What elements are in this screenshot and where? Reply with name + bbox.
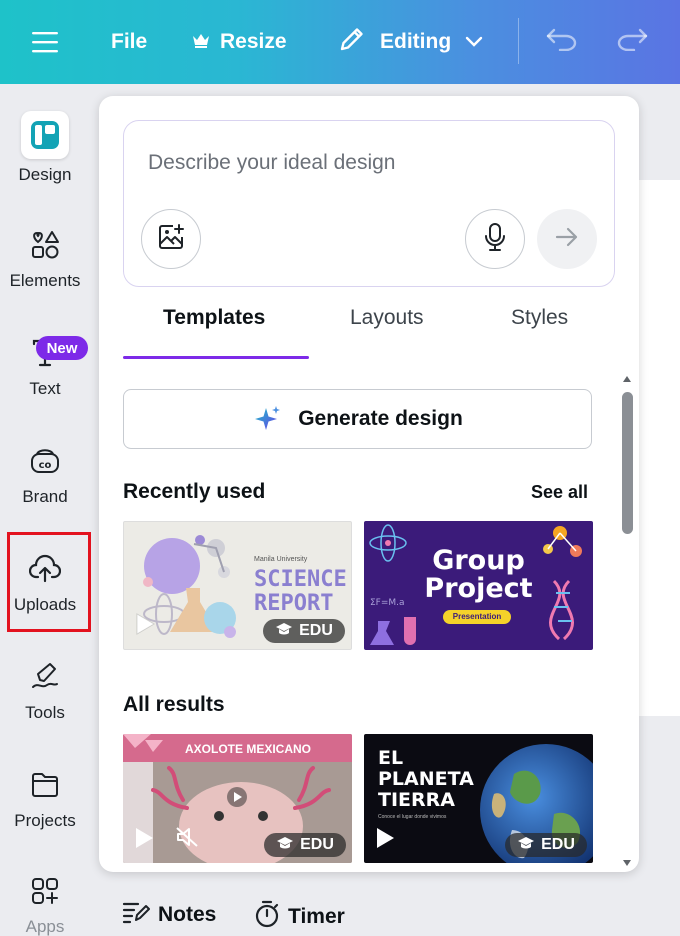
tab-templates[interactable]: Templates (163, 306, 265, 330)
edu-badge: EDU (264, 833, 346, 857)
editing-label: Editing (380, 30, 452, 53)
prompt-input[interactable]: Describe your ideal design (148, 151, 395, 175)
sidebar-item-label: Tools (25, 703, 65, 722)
sidebar-item-label: Projects (14, 811, 76, 830)
notes-icon (122, 900, 150, 930)
notes-label: Notes (158, 903, 217, 926)
draw-tools-icon (0, 662, 90, 697)
ai-prompt-box[interactable]: Describe your ideal design (123, 120, 615, 287)
apps-grid-icon (0, 876, 90, 911)
edu-badge: EDU (263, 619, 345, 643)
design-panel: Describe your ideal design Templates Lay… (99, 96, 639, 872)
folder-icon (0, 770, 90, 805)
thumb-group-title: Group Project (364, 547, 593, 603)
image-add-icon (157, 223, 185, 256)
edu-label: EDU (300, 836, 334, 853)
undo-icon (546, 27, 578, 57)
thumb-group-line1: Group (432, 545, 525, 576)
play-icon (134, 612, 156, 641)
file-menu-label: File (111, 30, 148, 53)
add-image-button[interactable] (141, 209, 201, 269)
design-canvas-page[interactable] (638, 180, 680, 716)
microphone-icon (483, 222, 507, 257)
crown-icon (192, 30, 210, 54)
all-results-heading: All results (123, 693, 225, 716)
tab-layouts[interactable]: Layouts (350, 306, 424, 330)
thumb-planeta-sub: Conoce el lugar donde vivimos (378, 814, 447, 820)
timer-button[interactable]: Timer (254, 900, 345, 934)
thumb-university-text: Manila University (254, 556, 308, 563)
resize-button[interactable]: Resize (192, 0, 287, 84)
edu-label: EDU (541, 836, 575, 853)
sidebar-item-design[interactable]: Design (0, 111, 90, 185)
toolbar-divider (518, 18, 519, 64)
top-toolbar: File Resize Editing (0, 0, 680, 84)
scrollbar-thumb[interactable] (622, 392, 633, 534)
see-all-link[interactable]: See all (531, 482, 588, 503)
file-menu-button[interactable]: File (111, 0, 147, 84)
arrow-right-icon (555, 227, 579, 252)
menu-icon[interactable] (32, 0, 58, 84)
thumb-planeta-title: EL PLANETA TIERRA (378, 748, 474, 811)
sidebar-item-label: Design (18, 165, 72, 184)
sidebar-item-label: Brand (22, 487, 68, 506)
active-tab-indicator (123, 356, 309, 359)
design-icon (21, 111, 69, 159)
edu-label: EDU (299, 622, 333, 639)
brand-icon: co (0, 446, 90, 481)
template-thumb-group-project[interactable]: ΣF=M.a Group Project Presentation (364, 521, 593, 650)
editing-mode-button[interactable]: Editing (338, 0, 483, 84)
thumb-science-title: SCIENCE REPORT (254, 568, 347, 616)
sidebar-item-apps[interactable]: Apps (0, 876, 90, 936)
sidebar-item-label: Text (29, 379, 61, 398)
thumb-planeta-line2: PLANETA (378, 768, 474, 790)
thumb-planeta-line1: EL (378, 747, 404, 769)
chevron-down-icon (465, 30, 483, 54)
graduation-cap-icon (275, 622, 293, 641)
stopwatch-icon (254, 900, 280, 934)
sparkle-icon (252, 404, 282, 434)
thumb-planeta-line3: TIERRA (378, 789, 455, 811)
left-sidebar: Design Elements Text co Brand Uploads To… (0, 84, 90, 936)
submit-prompt-button[interactable] (537, 209, 597, 269)
new-badge: New (36, 336, 88, 360)
sidebar-item-projects[interactable]: Projects (0, 770, 90, 831)
undo-button[interactable] (546, 0, 578, 84)
graduation-cap-icon (276, 836, 294, 855)
tab-styles[interactable]: Styles (511, 306, 568, 330)
thumb-group-tag: Presentation (443, 610, 511, 624)
thumb-science-line1: SCIENCE (254, 567, 347, 592)
sidebar-item-label: Apps (25, 917, 65, 936)
sidebar-item-elements[interactable]: Elements (0, 230, 90, 291)
generate-design-button[interactable]: Generate design (123, 389, 592, 449)
recently-used-heading: Recently used (123, 480, 266, 503)
notes-button[interactable]: Notes (122, 900, 216, 930)
sidebar-item-brand[interactable]: co Brand (0, 446, 90, 507)
graduation-cap-icon (517, 836, 535, 855)
sidebar-item-tools[interactable]: Tools (0, 662, 90, 723)
template-thumb-axolote[interactable]: AXOLOTE MEXICANO EDU (123, 734, 352, 863)
play-icon (133, 826, 155, 855)
bottom-toolbar: Notes Timer (90, 890, 680, 936)
pencil-icon (338, 25, 366, 59)
panel-tabs: Templates Layouts Styles (123, 306, 615, 359)
template-thumb-planeta-tierra[interactable]: EL PLANETA TIERRA Conoce el lugar donde … (364, 734, 593, 863)
svg-text:co: co (39, 460, 52, 471)
thumb-science-line2: REPORT (254, 591, 334, 616)
template-thumb-science-report[interactable]: Manila University SCIENCE REPORT EDU (123, 521, 352, 650)
voice-input-button[interactable] (465, 209, 525, 269)
shapes-icon (0, 230, 90, 265)
edu-badge: EDU (505, 833, 587, 857)
muted-speaker-icon (175, 826, 199, 853)
uploads-highlight-box (7, 532, 91, 632)
thumb-group-line2: Project (424, 573, 533, 604)
thumb-axolote-title: AXOLOTE MEXICANO (184, 742, 311, 756)
sidebar-item-label: Elements (9, 271, 81, 290)
redo-icon (616, 27, 648, 57)
generate-design-label: Generate design (298, 407, 463, 430)
timer-label: Timer (288, 905, 345, 928)
resize-label: Resize (220, 30, 287, 53)
redo-button[interactable] (616, 0, 648, 84)
play-icon (374, 826, 396, 855)
